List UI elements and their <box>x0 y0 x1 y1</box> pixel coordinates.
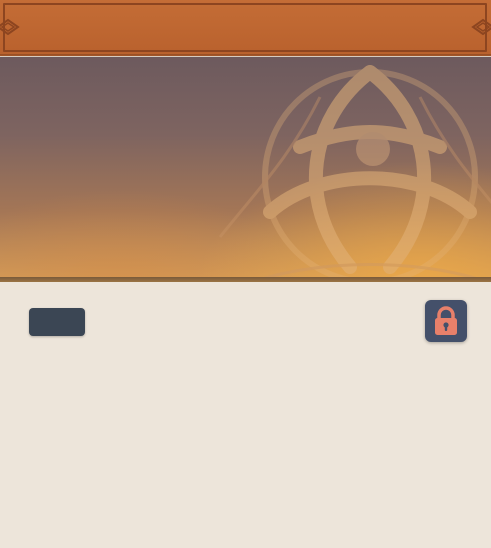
lock-button[interactable] <box>425 300 467 342</box>
lock-icon <box>435 306 457 335</box>
app-window <box>0 0 491 548</box>
celtic-knot-end-icon <box>0 18 20 36</box>
action-button[interactable] <box>29 308 85 336</box>
celtic-knot-end-icon <box>471 18 491 36</box>
triquetra-knot-icon <box>218 65 491 278</box>
hero-banner <box>0 57 491 278</box>
header-bar <box>0 0 491 56</box>
header-frame <box>3 3 487 52</box>
main-content <box>0 282 491 548</box>
